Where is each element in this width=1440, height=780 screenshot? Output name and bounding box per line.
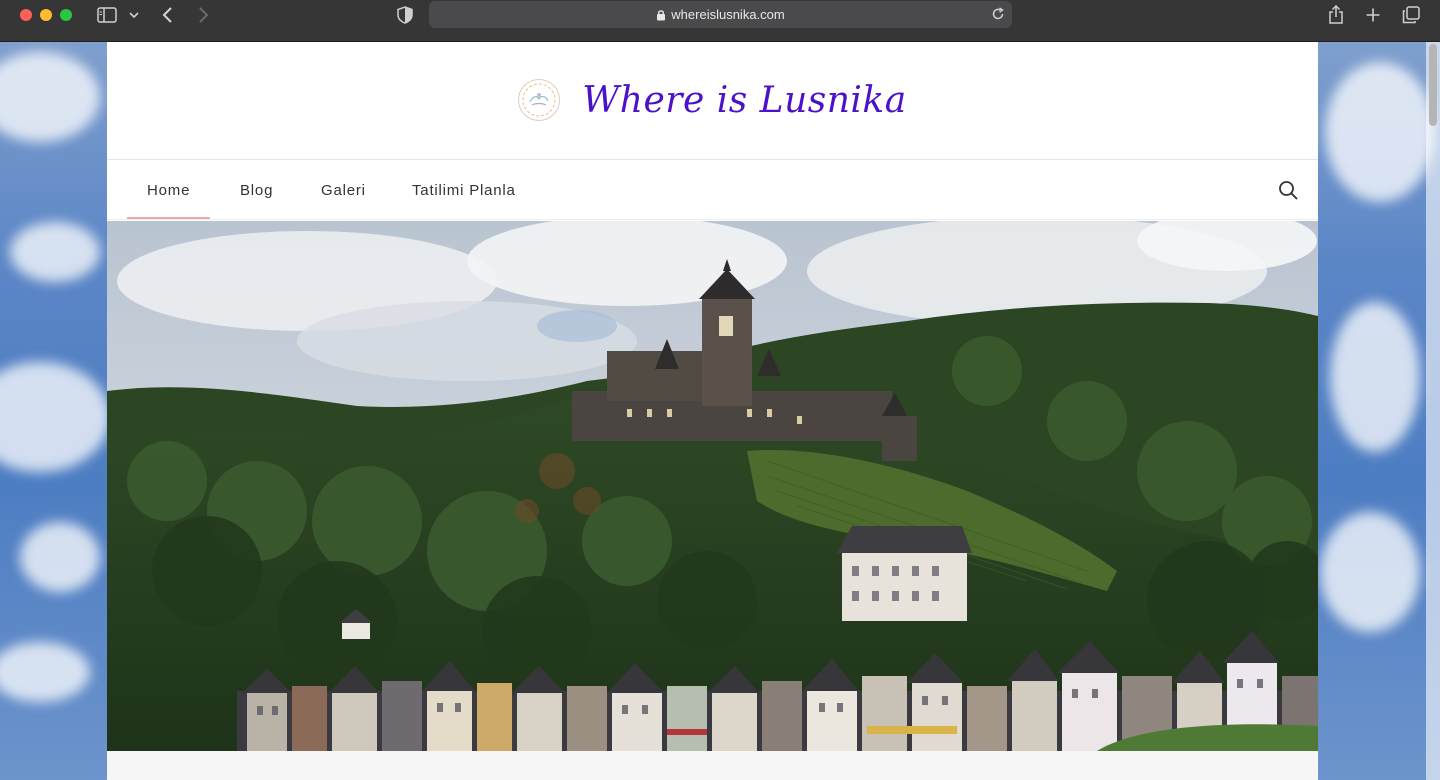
background-cloud <box>1330 302 1420 452</box>
nav-item-tatilimi-planla[interactable]: Tatilimi Planla <box>412 160 516 220</box>
background-cloud <box>0 52 100 142</box>
sidebar-icon[interactable] <box>97 4 117 26</box>
background-cloud <box>0 642 90 702</box>
back-arrow-icon[interactable] <box>162 4 174 26</box>
background-cloud <box>0 362 110 472</box>
close-window-button[interactable] <box>20 9 32 21</box>
shield-icon[interactable] <box>397 4 413 26</box>
page-scrollbar[interactable] <box>1426 42 1440 780</box>
background-cloud <box>20 522 100 592</box>
nav-item-home[interactable]: Home <box>126 160 211 220</box>
reload-icon[interactable] <box>991 7 1005 24</box>
scrollbar-thumb[interactable] <box>1429 44 1437 126</box>
hero-image <box>107 221 1318 751</box>
url-text: whereislusnika.com <box>671 7 785 22</box>
background-cloud <box>1320 512 1420 632</box>
nav-item-blog[interactable]: Blog <box>240 160 273 220</box>
search-icon[interactable] <box>1278 180 1298 205</box>
address-bar[interactable]: whereislusnika.com <box>429 1 1012 28</box>
site-title[interactable]: Where is Lusnika <box>582 80 906 121</box>
content-area-start <box>107 751 1318 780</box>
page-viewport: Where is Lusnika Home Blog Galeri Tatili… <box>0 42 1440 780</box>
nav-item-galeri[interactable]: Galeri <box>321 160 366 220</box>
site-header: Where is Lusnika <box>107 42 1318 160</box>
main-navigation: Home Blog Galeri Tatilimi Planla <box>107 160 1318 220</box>
site-container: Where is Lusnika Home Blog Galeri Tatili… <box>107 42 1318 780</box>
browser-toolbar: whereislusnika.com <box>0 0 1440 42</box>
share-icon[interactable] <box>1328 4 1344 26</box>
new-tab-icon[interactable] <box>1365 4 1381 26</box>
chevron-down-icon[interactable] <box>129 4 139 26</box>
minimize-window-button[interactable] <box>40 9 52 21</box>
lock-icon <box>656 9 666 21</box>
tab-overview-icon[interactable] <box>1402 4 1420 26</box>
background-cloud <box>1325 62 1435 202</box>
background-cloud <box>10 222 100 282</box>
zoom-window-button[interactable] <box>60 9 72 21</box>
logo-icon[interactable] <box>518 78 561 121</box>
forward-arrow-icon[interactable] <box>197 4 209 26</box>
